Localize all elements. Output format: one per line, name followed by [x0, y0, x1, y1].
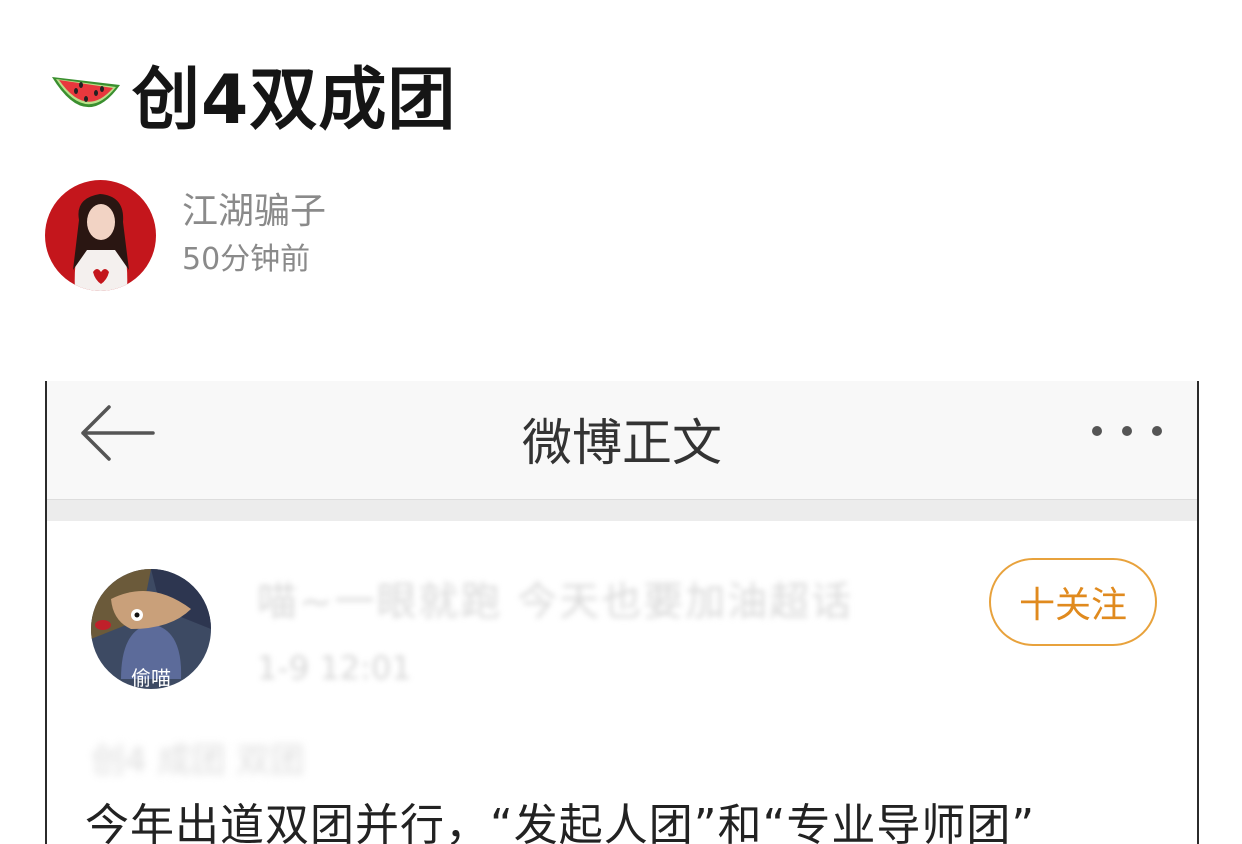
post-timestamp: 50分钟前 — [182, 241, 311, 277]
poster-avatar-caption: 偷喵 — [131, 666, 171, 689]
author-info: 江湖骗子 50分钟前 — [45, 180, 326, 291]
blurred-source-line: 创4 成团 双团 — [91, 741, 305, 781]
author-avatar[interactable] — [45, 180, 156, 291]
watermelon-icon — [52, 77, 120, 108]
article-header: 创4双成团 — [48, 48, 456, 140]
poster-avatar[interactable]: 偷喵 — [91, 569, 211, 689]
embedded-screenshot: 微博正文 偷喵 喵~一眼就跑 今天也要加油超话 1-9 12:01 创4 成团 … — [45, 381, 1199, 844]
section-divider — [47, 500, 1197, 521]
poster-username[interactable]: 喵~一眼就跑 今天也要加油超话 — [257, 569, 853, 627]
poster-timestamp: 1-9 12:01 — [257, 649, 412, 687]
follow-button[interactable]: 十关注 — [989, 558, 1157, 646]
post-body-text: 今年出道双团并行，“发起人团”和“专业导师团” — [85, 800, 1036, 844]
nav-bar: 微博正文 — [47, 381, 1197, 500]
nav-title: 微博正文 — [522, 414, 722, 472]
more-dots-icon[interactable] — [1087, 421, 1167, 441]
article-title: 创4双成团 — [132, 60, 457, 140]
author-name[interactable]: 江湖骗子 — [182, 190, 326, 234]
